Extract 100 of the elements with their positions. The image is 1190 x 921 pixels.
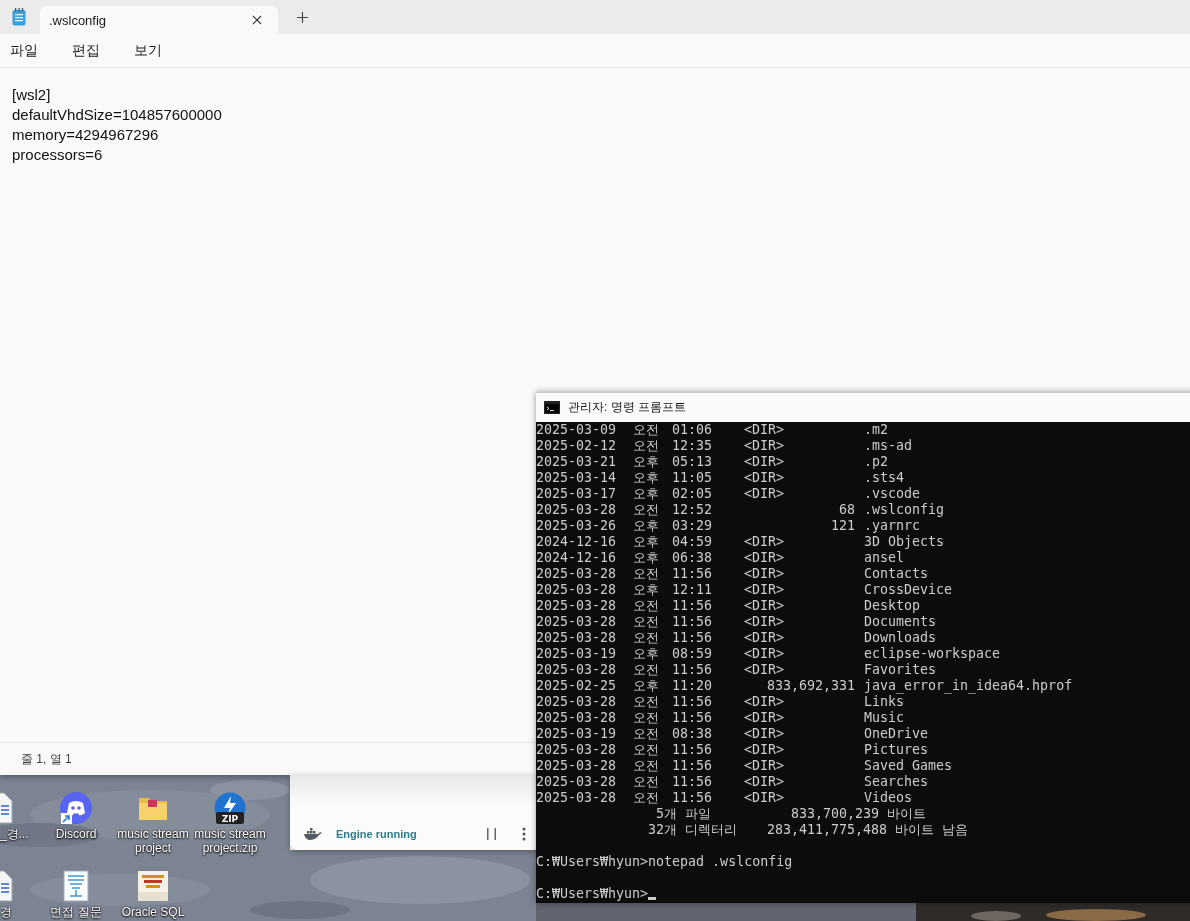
time-period: 오전 xyxy=(633,614,660,630)
menu-item[interactable]: 파일 xyxy=(2,37,46,64)
file-name: Contacts xyxy=(864,566,929,582)
file-date: 2025-03-19 xyxy=(536,726,618,742)
file-time: 01:06 xyxy=(672,422,714,438)
menu-item[interactable]: 편집 xyxy=(64,37,108,64)
time-period: 오전 xyxy=(633,566,660,582)
summary-count: 5개 파일 xyxy=(656,806,712,822)
file-date: 2025-02-25 xyxy=(536,678,618,694)
directory-marker: <DIR> xyxy=(744,726,785,742)
directory-marker: <DIR> xyxy=(744,550,785,566)
directory-marker: <DIR> xyxy=(744,774,785,790)
file-time: 11:56 xyxy=(672,742,714,758)
file-date: 2025-03-19 xyxy=(536,646,618,662)
file-name: .sts4 xyxy=(864,470,905,486)
file-name: eclipse-workspace xyxy=(864,646,1001,662)
file-name: 3D Objects xyxy=(864,534,945,550)
file-date: 2025-03-28 xyxy=(536,598,618,614)
file-date: 2025-03-28 xyxy=(536,566,618,582)
file-time: 11:56 xyxy=(672,630,714,646)
time-period: 오전 xyxy=(633,502,660,518)
text-line: memory=4294967296 xyxy=(12,125,160,145)
engine-status: Engine running xyxy=(336,828,418,840)
directory-marker: <DIR> xyxy=(744,486,785,502)
file-date: 2024-12-16 xyxy=(536,534,618,550)
file-date: 2025-03-28 xyxy=(536,710,618,726)
directory-marker: <DIR> xyxy=(744,694,785,710)
file-name: .p2 xyxy=(864,454,889,470)
more-icon[interactable] xyxy=(522,827,526,841)
add-tab-icon[interactable] xyxy=(297,11,308,23)
time-period: 오전 xyxy=(633,774,660,790)
file-time: 12:52 xyxy=(672,502,714,518)
menu-item[interactable]: 보기 xyxy=(126,37,170,64)
text-line: defaultVhdSize=104857600000 xyxy=(12,105,223,125)
time-period: 오전 xyxy=(633,422,660,438)
file-name: Downloads xyxy=(864,630,937,646)
file-date: 2025-03-28 xyxy=(536,790,618,806)
whale-icon xyxy=(304,828,322,840)
time-period: 오전 xyxy=(633,790,660,806)
file-name: Desktop xyxy=(864,598,921,614)
file-time: 08:59 xyxy=(672,646,714,662)
file-date: 2025-03-28 xyxy=(536,582,618,598)
time-period: 오전 xyxy=(633,630,660,646)
file-date: 2025-03-28 xyxy=(536,758,618,774)
window-title: 관리자: 명령 프롬프트 xyxy=(568,399,686,416)
time-period: 오후 xyxy=(633,486,660,502)
directory-marker: <DIR> xyxy=(744,646,785,662)
file-time: 11:56 xyxy=(672,694,714,710)
time-period: 오후 xyxy=(633,646,660,662)
file-name: .vscode xyxy=(864,486,921,502)
file-name: .wslconfig xyxy=(864,502,945,518)
directory-marker: <DIR> xyxy=(744,790,785,806)
file-date: 2025-03-28 xyxy=(536,742,618,758)
file-name: Music xyxy=(864,710,905,726)
directory-marker: <DIR> xyxy=(744,710,785,726)
file-name: ansel xyxy=(864,550,905,566)
pause-icon[interactable] xyxy=(487,828,496,840)
terminal-icon xyxy=(544,401,560,414)
file-size: 833,692,331 xyxy=(766,678,855,694)
file-name: .m2 xyxy=(864,422,889,438)
directory-marker: <DIR> xyxy=(744,534,785,550)
time-period: 오후 xyxy=(633,470,660,486)
file-time: 11:20 xyxy=(672,678,714,694)
time-period: 오후 xyxy=(633,534,660,550)
file-time: 03:29 xyxy=(672,518,714,534)
notepad-icon xyxy=(12,8,26,26)
file-date: 2024-12-16 xyxy=(536,550,618,566)
file-time: 11:56 xyxy=(672,790,714,806)
file-time: 11:56 xyxy=(672,774,714,790)
file-name: Saved Games xyxy=(864,758,953,774)
time-period: 오후 xyxy=(633,550,660,566)
directory-marker: <DIR> xyxy=(744,454,785,470)
time-period: 오후 xyxy=(633,518,660,534)
directory-marker: <DIR> xyxy=(744,662,785,678)
file-time: 04:59 xyxy=(672,534,714,550)
file-time: 11:56 xyxy=(672,614,714,630)
time-period: 오전 xyxy=(633,758,660,774)
time-period: 오전 xyxy=(633,726,660,742)
directory-marker: <DIR> xyxy=(744,438,785,454)
file-date: 2025-03-28 xyxy=(536,502,618,518)
time-period: 오후 xyxy=(633,454,660,470)
file-time: 02:05 xyxy=(672,486,714,502)
time-period: 오전 xyxy=(633,710,660,726)
file-name: OneDrive xyxy=(864,726,929,742)
file-date: 2025-03-21 xyxy=(536,454,618,470)
file-date: 2025-03-28 xyxy=(536,774,618,790)
close-icon[interactable] xyxy=(252,15,262,25)
file-name: Documents xyxy=(864,614,937,630)
file-date: 2025-03-28 xyxy=(536,662,618,678)
directory-marker: <DIR> xyxy=(744,422,785,438)
command-line: C:₩Users₩hyun>notepad .wslconfig xyxy=(536,854,793,870)
directory-marker: <DIR> xyxy=(744,742,785,758)
text-line: processors=6 xyxy=(12,145,104,165)
time-period: 오전 xyxy=(633,662,660,678)
file-date: 2025-03-17 xyxy=(536,486,618,502)
file-tab[interactable]: .wslconfig xyxy=(40,6,278,34)
cursor-position: 줄 1, 열 1 xyxy=(21,750,72,768)
file-name: Pictures xyxy=(864,742,929,758)
directory-marker: <DIR> xyxy=(744,470,785,486)
file-time: 11:56 xyxy=(672,758,714,774)
